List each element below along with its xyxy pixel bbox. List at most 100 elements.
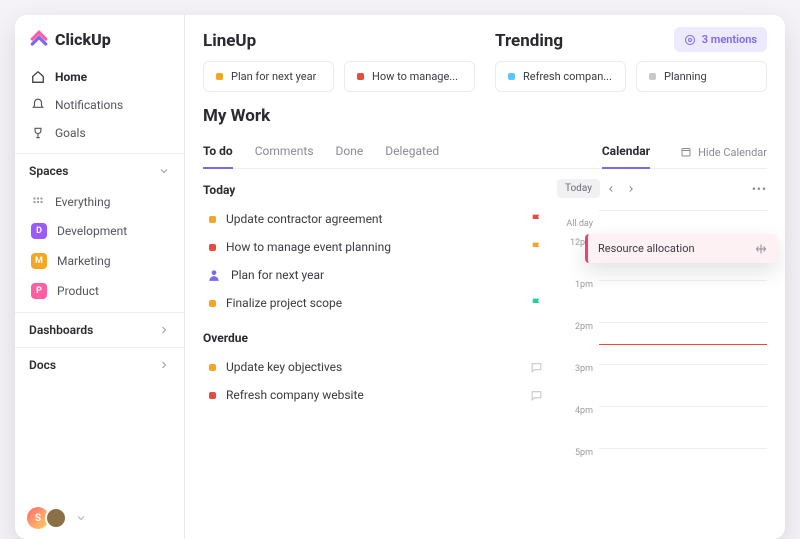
- event-title: Resource allocation: [598, 242, 695, 255]
- task-row[interactable]: Finalize project scope: [203, 289, 543, 317]
- space-product[interactable]: P Product: [23, 276, 176, 306]
- nav-home-label: Home: [55, 70, 87, 84]
- user-avatars[interactable]: S: [15, 497, 184, 539]
- task-row[interactable]: Plan for next year: [203, 261, 543, 289]
- space-everything[interactable]: Everything: [23, 188, 176, 216]
- brand-name: ClickUp: [55, 30, 111, 49]
- trophy-icon: [31, 126, 45, 140]
- tasks-column: Today Update contractor agreement How to…: [203, 169, 557, 490]
- chat-icon: [530, 389, 543, 402]
- mentions-badge[interactable]: 3 mentions: [674, 27, 767, 52]
- status-dot: [209, 300, 216, 307]
- mentions-text: 3 mentions: [702, 33, 757, 46]
- space-badge: D: [31, 223, 47, 239]
- lineup-title: LineUp: [203, 31, 475, 51]
- docs-header[interactable]: Docs: [15, 347, 184, 382]
- calendar-allday-label: All day: [557, 215, 599, 229]
- space-marketing[interactable]: M Marketing: [23, 246, 176, 276]
- calendar-controls: Today •••: [557, 169, 767, 204]
- tab-done[interactable]: Done: [336, 136, 364, 168]
- space-development-label: Development: [57, 224, 127, 238]
- calendar-event[interactable]: Resource allocation: [585, 234, 777, 263]
- hour-label: 2pm: [557, 322, 599, 332]
- task-label: Finalize project scope: [226, 296, 520, 310]
- sidebar: ClickUp Home Notifications Goals Spaces: [15, 15, 185, 539]
- task-row[interactable]: Update key objectives: [203, 353, 543, 381]
- main-content: LineUp Plan for next year How to manage.…: [185, 15, 785, 539]
- group-overdue: Overdue: [203, 331, 543, 345]
- hour-label: 5pm: [557, 448, 599, 458]
- calendar-next-button[interactable]: [622, 180, 640, 198]
- lineup-item-label: Plan for next year: [231, 70, 316, 83]
- nav-notifications-label: Notifications: [55, 98, 123, 112]
- space-development[interactable]: D Development: [23, 216, 176, 246]
- hour-label: 3pm: [557, 364, 599, 374]
- hide-calendar-label: Hide Calendar: [698, 146, 767, 159]
- lineup-item[interactable]: Plan for next year: [203, 61, 334, 92]
- calendar-prev-button[interactable]: [602, 180, 620, 198]
- chevron-right-icon: [626, 184, 636, 194]
- trending-section: 3 mentions Trending Refresh compan... Pl…: [495, 31, 767, 92]
- hour-label: 4pm: [557, 406, 599, 416]
- calendar-icon: [680, 146, 692, 158]
- chevron-left-icon: [606, 184, 616, 194]
- nav-goals[interactable]: Goals: [23, 119, 176, 147]
- task-label: Update contractor agreement: [226, 212, 520, 226]
- grid-icon: [31, 195, 45, 209]
- trending-item-label: Refresh compan...: [523, 70, 612, 83]
- nav-home[interactable]: Home: [23, 63, 176, 91]
- dashboards-header[interactable]: Dashboards: [15, 312, 184, 347]
- status-dot: [209, 364, 216, 371]
- top-row: LineUp Plan for next year How to manage.…: [203, 31, 767, 92]
- chevron-down-icon: [158, 165, 170, 177]
- task-row[interactable]: Update contractor agreement: [203, 205, 543, 233]
- trending-item[interactable]: Planning: [636, 61, 767, 92]
- task-label: Refresh company website: [226, 388, 520, 402]
- status-dot: [649, 73, 656, 80]
- primary-nav: Home Notifications Goals: [15, 63, 184, 147]
- space-badge: M: [31, 253, 47, 269]
- avatar: [45, 507, 67, 529]
- hour-label: 1pm: [557, 280, 599, 290]
- logo[interactable]: ClickUp: [15, 29, 184, 63]
- app-window: ClickUp Home Notifications Goals Spaces: [15, 15, 785, 539]
- calendar-more-button[interactable]: •••: [752, 182, 767, 196]
- space-badge: P: [31, 283, 47, 299]
- nav-goals-label: Goals: [55, 126, 86, 140]
- spaces-list: Everything D Development M Marketing P P…: [15, 188, 184, 306]
- lineup-item[interactable]: How to manage...: [344, 61, 475, 92]
- chevron-right-icon: [158, 359, 170, 371]
- clickup-logo-icon: [29, 29, 49, 49]
- dashboards-label: Dashboards: [29, 323, 93, 337]
- status-dot: [209, 216, 216, 223]
- spaces-header[interactable]: Spaces: [15, 153, 184, 188]
- task-label: How to manage event planning: [226, 240, 520, 254]
- work-body: Today Update contractor agreement How to…: [203, 169, 767, 490]
- tab-todo[interactable]: To do: [203, 136, 233, 168]
- person-icon: [207, 268, 221, 282]
- tab-delegated[interactable]: Delegated: [385, 136, 439, 168]
- chat-icon: [530, 361, 543, 374]
- tab-calendar[interactable]: Calendar: [602, 136, 650, 168]
- move-icon: [755, 243, 767, 255]
- space-marketing-label: Marketing: [57, 254, 111, 268]
- task-row[interactable]: How to manage event planning: [203, 233, 543, 261]
- flag-icon: [530, 297, 543, 310]
- trending-item-label: Planning: [664, 70, 707, 83]
- at-icon: [684, 34, 696, 46]
- group-today: Today: [203, 183, 543, 197]
- trending-item[interactable]: Refresh compan...: [495, 61, 626, 92]
- tab-comments[interactable]: Comments: [255, 136, 314, 168]
- tabs-row: To do Comments Done Delegated Calendar H…: [203, 136, 767, 169]
- calendar-column: Today ••• All day Resource allocation 12…: [557, 169, 767, 490]
- status-dot: [357, 73, 364, 80]
- chevron-right-icon: [158, 324, 170, 336]
- calendar-today-button[interactable]: Today: [557, 179, 600, 198]
- flag-icon: [530, 213, 543, 226]
- hide-calendar-button[interactable]: Hide Calendar: [680, 146, 767, 159]
- flag-icon: [530, 241, 543, 254]
- task-row[interactable]: Refresh company website: [203, 381, 543, 409]
- chevron-down-icon: [75, 512, 87, 524]
- nav-notifications[interactable]: Notifications: [23, 91, 176, 119]
- bell-icon: [31, 98, 45, 112]
